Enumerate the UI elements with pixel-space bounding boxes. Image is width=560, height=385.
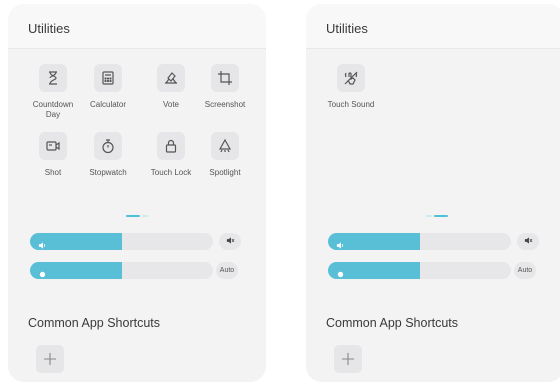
tool-label: Calculator <box>89 100 126 109</box>
vote-icon <box>157 64 185 92</box>
speaker-icon <box>38 237 47 249</box>
plus-icon <box>342 353 354 365</box>
tool-touch-lock[interactable]: Touch Lock <box>144 132 198 178</box>
page-indicator-active <box>126 215 140 217</box>
mute-button[interactable] <box>517 233 539 250</box>
auto-brightness-button[interactable]: Auto <box>514 262 536 279</box>
hourglass-icon <box>39 64 67 92</box>
tool-label: Touch Sound <box>327 100 375 109</box>
speaker-icon <box>336 237 345 249</box>
stopwatch-icon <box>94 132 122 160</box>
tool-label: Shot <box>44 168 62 177</box>
tool-stopwatch[interactable]: Stopwatch <box>81 132 135 178</box>
brightness-icon <box>336 266 345 278</box>
tool-label: Screenshot <box>204 100 246 109</box>
utilities-header: Utilities <box>306 4 560 49</box>
mute-button[interactable] <box>219 233 241 250</box>
tool-label: Touch Lock <box>150 168 192 177</box>
volume-slider[interactable] <box>328 233 511 250</box>
tool-label: Countdown Day <box>32 100 74 119</box>
utilities-panel-page-2: Utilities Touch Sound Auto Common App Sh… <box>306 4 560 382</box>
spotlight-icon <box>211 132 239 160</box>
tool-label: Spotlight <box>209 168 241 177</box>
tool-shot[interactable]: Shot <box>26 132 80 178</box>
utilities-title: Utilities <box>28 21 70 36</box>
volume-slider[interactable] <box>30 233 213 250</box>
brightness-icon <box>38 266 47 278</box>
add-shortcut-button[interactable] <box>36 345 64 373</box>
page-indicator <box>426 215 432 217</box>
tool-spotlight[interactable]: Spotlight <box>198 132 252 178</box>
utilities-title: Utilities <box>326 21 368 36</box>
plus-icon <box>44 353 56 365</box>
utilities-panel-page-1: Utilities Countdown Day Calculator Vote <box>8 4 266 382</box>
utilities-header: Utilities <box>8 4 266 49</box>
tool-countdown-day[interactable]: Countdown Day <box>26 64 80 120</box>
tool-label: Stopwatch <box>89 168 127 177</box>
lock-icon <box>157 132 185 160</box>
mute-icon <box>226 236 235 247</box>
brightness-slider[interactable] <box>30 262 213 279</box>
page-indicator <box>142 215 148 217</box>
page-indicator-active <box>434 215 448 217</box>
add-shortcut-button[interactable] <box>334 345 362 373</box>
calculator-icon <box>94 64 122 92</box>
tool-touch-sound[interactable]: Touch Sound <box>324 64 378 110</box>
tool-vote[interactable]: Vote <box>144 64 198 110</box>
shortcuts-title: Common App Shortcuts <box>28 316 161 330</box>
tool-calculator[interactable]: Calculator <box>81 64 135 110</box>
auto-brightness-button[interactable]: Auto <box>216 262 238 279</box>
crop-icon <box>211 64 239 92</box>
shortcuts-title: Common App Shortcuts <box>326 316 459 330</box>
tool-label: Vote <box>162 100 179 109</box>
camera-icon <box>39 132 67 160</box>
touch-sound-icon <box>337 64 365 92</box>
brightness-slider[interactable] <box>328 262 511 279</box>
tool-screenshot[interactable]: Screenshot <box>198 64 252 110</box>
mute-icon <box>524 236 533 247</box>
